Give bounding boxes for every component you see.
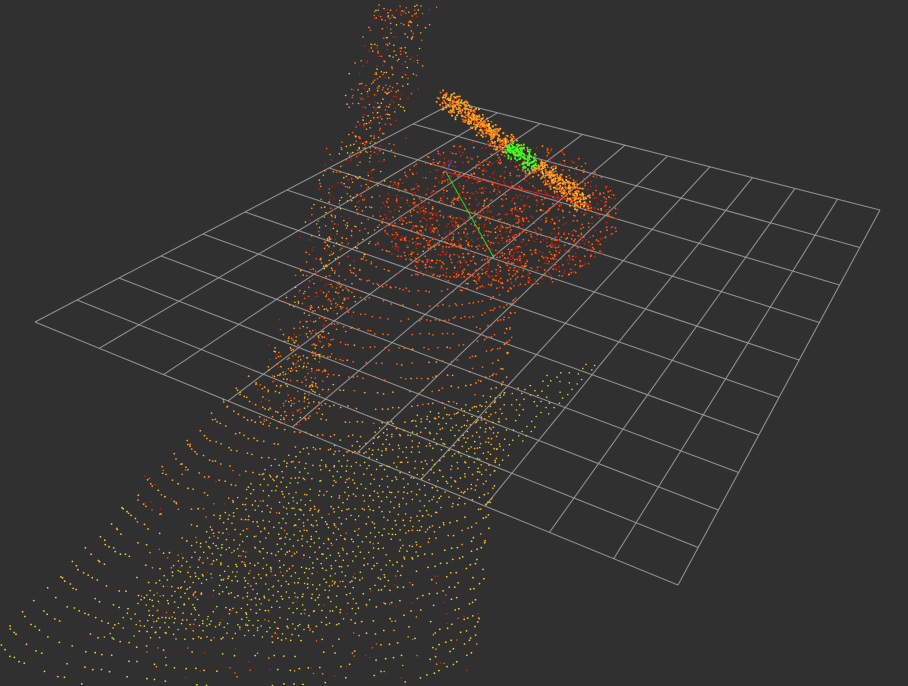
grid-line-u	[484, 177, 753, 507]
3d-viewport[interactable]	[0, 0, 908, 686]
grid-line-v	[160, 255, 739, 474]
grid-line-u	[613, 198, 838, 559]
grid-line-u	[420, 166, 711, 481]
grid-line-u	[677, 209, 881, 586]
grid-line-v	[34, 321, 679, 586]
scene-canvas[interactable]	[0, 0, 908, 686]
grid-line-v	[118, 277, 719, 511]
grid-line-v	[202, 233, 759, 436]
point-cloud	[0, 4, 619, 686]
